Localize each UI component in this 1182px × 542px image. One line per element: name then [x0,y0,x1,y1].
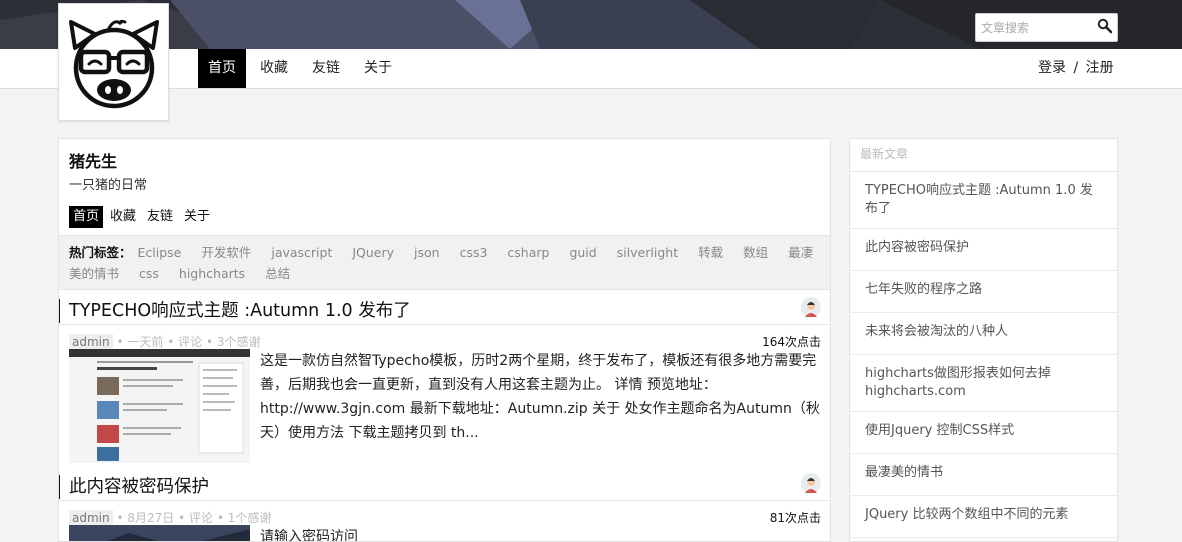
sidebar-title: 最新文章 [850,139,1117,172]
post-excerpt: 这是一款仿自然智Typecho模板，历时2两个星期，终于发布了，模板还有很多地方… [260,353,820,441]
tag-link[interactable]: css [139,266,159,281]
top-banner [0,0,1182,49]
post-thanks: 3个感谢 [216,335,261,349]
hot-tags-label: 热门标签： [69,245,132,260]
tag-link[interactable]: 开发软件 [201,245,251,260]
post-date: 8月27日 [127,511,175,525]
post-meta: admin • 8月27日 • 评论 • 1个感谢 [69,509,271,526]
recent-post-link[interactable]: 使用Jquery 控制CSS样式 [850,412,1117,454]
secondary-nav: 首页 收藏 友链 关于 [69,205,217,228]
recent-post-link[interactable]: JQuery 比较两个数组中不同的元素 [850,496,1117,538]
post-author[interactable]: admin [69,510,113,526]
search-box[interactable] [975,13,1118,42]
post-author[interactable]: admin [69,334,113,350]
site-title[interactable]: 猪先生 [69,148,117,172]
post-accent-bar [59,299,60,323]
post-meta: admin • 一天前 • 评论 • 3个感谢 [69,333,260,350]
author-avatar-icon[interactable] [801,473,821,493]
nav-item-home[interactable]: 首页 [198,49,246,88]
post-views: 164次点击 [762,335,821,349]
tag-link[interactable]: css3 [460,245,488,260]
post-item: TYPECHO响应式主题 :Autumn 1.0 发布了 admin • 一天前… [59,297,830,473]
recent-post-link[interactable]: TYPECHO响应式主题 :Autumn 1.0 发布了 [850,172,1117,229]
tag-link[interactable]: guid [569,245,596,260]
register-link[interactable]: 注册 [1086,60,1114,76]
tag-link[interactable]: 总结 [265,266,290,281]
tag-link[interactable]: highcharts [179,266,245,281]
tag-link[interactable]: Eclipse [138,245,182,260]
subnav-item-favorites[interactable]: 收藏 [106,206,140,228]
auth-links: 登录 / 注册 [1038,49,1114,88]
subnav-item-links[interactable]: 友链 [143,206,177,228]
tag-link[interactable]: javascript [271,245,332,260]
auth-separator: / [1073,60,1079,76]
meta-separator: • [116,335,124,349]
subnav-item-about[interactable]: 关于 [180,206,214,228]
post-accent-bar [59,475,60,499]
tag-link[interactable]: JQuery [352,245,394,260]
recent-post-link[interactable]: 最凄美的情书 [850,454,1117,496]
subnav-item-home[interactable]: 首页 [69,206,104,228]
meta-separator: • [167,335,175,349]
post-thanks: 1个感谢 [227,511,272,525]
post-title-row: TYPECHO响应式主题 :Autumn 1.0 发布了 [59,297,830,325]
sidebar-recent-posts: 最新文章 TYPECHO响应式主题 :Autumn 1.0 发布了 此内容被密码… [849,138,1118,542]
meta-separator: • [205,335,214,349]
nav-item-about[interactable]: 关于 [354,49,402,88]
post-title[interactable]: 此内容被密码保护 [69,473,209,498]
tag-link[interactable]: 数组 [743,245,768,260]
recent-post-link[interactable]: 此内容被密码保护 [850,229,1117,271]
nav-item-links[interactable]: 友链 [302,49,350,88]
post-date: 一天前 [127,335,164,349]
post-views: 81次点击 [769,511,821,525]
main-content: 猪先生 一只猪的日常 首页 收藏 友链 关于 热门标签： Eclipse 开发软件 j… [58,138,831,542]
tag-link[interactable]: 转载 [698,245,723,260]
post-comments-link[interactable]: 评论 [178,335,202,349]
main-nav: 首页 收藏 友链 关于 登录 / 注册 [0,49,1182,89]
nav-item-favorites[interactable]: 收藏 [250,49,298,88]
tag-link[interactable]: json [414,245,440,260]
hot-tags: 热门标签： Eclipse 开发软件 javascript JQuery jso… [59,235,830,290]
recent-post-link[interactable]: highcharts做图形报表如何去掉highcharts.com [850,355,1117,412]
meta-separator: • [216,511,224,525]
author-avatar-icon[interactable] [801,297,821,317]
post-item: 此内容被密码保护 admin • 8月27日 • 评论 • 1个感谢 81次点击… [59,473,830,542]
meta-separator: • [178,511,186,525]
login-link[interactable]: 登录 [1038,60,1066,76]
recent-post-link[interactable]: 未来将会被淘汰的八种人 [850,313,1117,355]
search-input[interactable] [981,19,1091,37]
post-title[interactable]: TYPECHO响应式主题 :Autumn 1.0 发布了 [69,297,411,322]
recent-post-link[interactable]: 七年失败的程序之路 [850,271,1117,313]
tag-link[interactable]: silverlight [617,245,678,260]
post-thumbnail[interactable] [69,525,250,541]
post-title-row: 此内容被密码保护 [59,473,830,501]
tag-link[interactable]: csharp [507,245,549,260]
post-thumbnail[interactable] [69,349,250,463]
post-comments-link[interactable]: 评论 [189,511,213,525]
site-description: 一只猪的日常 [69,178,148,193]
meta-separator: • [116,511,124,525]
search-icon[interactable] [1097,18,1113,34]
post-excerpt: 请输入密码访问 [260,529,358,542]
pig-logo-icon [69,19,159,109]
site-logo[interactable] [58,3,169,121]
